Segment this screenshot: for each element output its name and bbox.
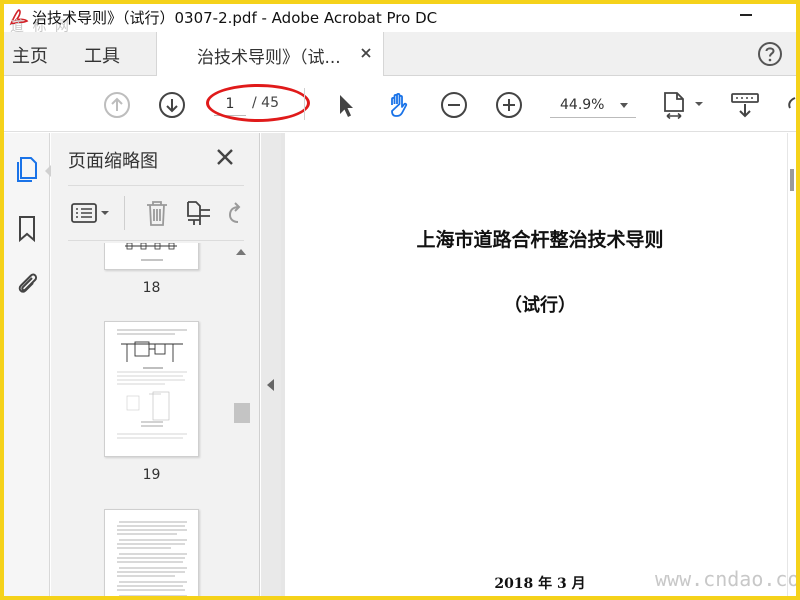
chevron-down-icon: [620, 103, 628, 108]
rotate-page-icon[interactable]: [222, 198, 244, 228]
close-tab-icon[interactable]: [357, 44, 375, 62]
select-cursor-icon[interactable]: [331, 90, 361, 120]
tab-document[interactable]: 治技术导则》（试...: [156, 32, 384, 76]
window-title: 治技术导则》（试行）0307-2.pdf - Adobe Acrobat Pro…: [32, 9, 438, 27]
scrolling-mode-icon[interactable]: [730, 90, 760, 120]
toolbar-divider: [304, 88, 305, 120]
panel-toolbar-divider: [124, 196, 125, 230]
document-scrollbar[interactable]: [788, 133, 796, 596]
toolbar: 1 / 45 44.9%: [4, 76, 796, 132]
thumbnail-list: 18 19: [51, 243, 233, 596]
minimize-icon[interactable]: [740, 14, 752, 16]
document-page: 上海市道路合杆整治技术导则 （试行） 2018 年 3 月: [285, 133, 787, 596]
tab-home[interactable]: 主页: [12, 42, 48, 68]
bookmarks-icon[interactable]: [12, 213, 42, 243]
page-preview: [117, 329, 187, 439]
document-tab-label: 治技术导则》（试...: [197, 48, 341, 68]
scrollbar-thumb[interactable]: [234, 403, 250, 423]
zoom-level-value: 44.9%: [560, 97, 605, 113]
more-tools-icon[interactable]: [786, 90, 796, 120]
attachments-icon[interactable]: [12, 269, 42, 299]
document-scrollbar-thumb[interactable]: [790, 169, 794, 191]
panel-toolbar: [68, 185, 244, 241]
page-preview: [117, 521, 187, 596]
document-view: 上海市道路合杆整治技术导则 （试行） 2018 年 3 月: [281, 133, 796, 596]
title-bar: 道 标 网 治技术导则》（试行）0307-2.pdf - Adobe Acrob…: [4, 4, 796, 35]
close-panel-icon[interactable]: [213, 145, 237, 169]
document-title: 上海市道路合杆整治技术导则: [416, 229, 664, 251]
thumbnail-page[interactable]: [104, 243, 199, 270]
thumbnail-page[interactable]: [104, 509, 199, 596]
page-preview: [125, 243, 177, 261]
next-page-icon[interactable]: [157, 90, 187, 120]
zoom-in-icon[interactable]: [494, 90, 524, 120]
extract-page-icon[interactable]: [184, 198, 214, 228]
help-icon[interactable]: [756, 40, 784, 68]
thumbnail-page-number: 19: [142, 467, 161, 483]
tab-tools[interactable]: 工具: [84, 42, 120, 68]
thumbnail-page-number: 18: [142, 280, 161, 296]
fit-page-icon[interactable]: [661, 90, 705, 120]
panel-splitter[interactable]: [261, 133, 281, 596]
options-menu-icon[interactable]: [70, 198, 112, 228]
zoom-out-icon[interactable]: [439, 90, 469, 120]
page-thumbnails-icon[interactable]: [12, 153, 42, 183]
thumbnail-scrollbar[interactable]: [232, 243, 250, 596]
hand-tool-icon[interactable]: [384, 90, 414, 120]
thumbnail-page[interactable]: [104, 321, 199, 457]
panel-title: 页面缩略图: [68, 151, 158, 172]
delete-page-icon[interactable]: [142, 198, 172, 228]
previous-page-icon[interactable]: [102, 90, 132, 120]
zoom-level-dropdown[interactable]: 44.9%: [550, 92, 636, 118]
collapse-panel-icon[interactable]: [267, 379, 274, 391]
navigation-rail: [4, 133, 51, 596]
page-thumbnails-panel: 页面缩略图 18 19: [51, 133, 260, 596]
annotation-circle: [206, 84, 310, 122]
document-subtitle: （试行）: [504, 295, 576, 316]
scroll-up-icon[interactable]: [236, 249, 246, 255]
tab-bar: 主页 工具 治技术导则》（试...: [4, 32, 796, 76]
watermark-bottom-right: www.cndao.com: [655, 567, 800, 591]
